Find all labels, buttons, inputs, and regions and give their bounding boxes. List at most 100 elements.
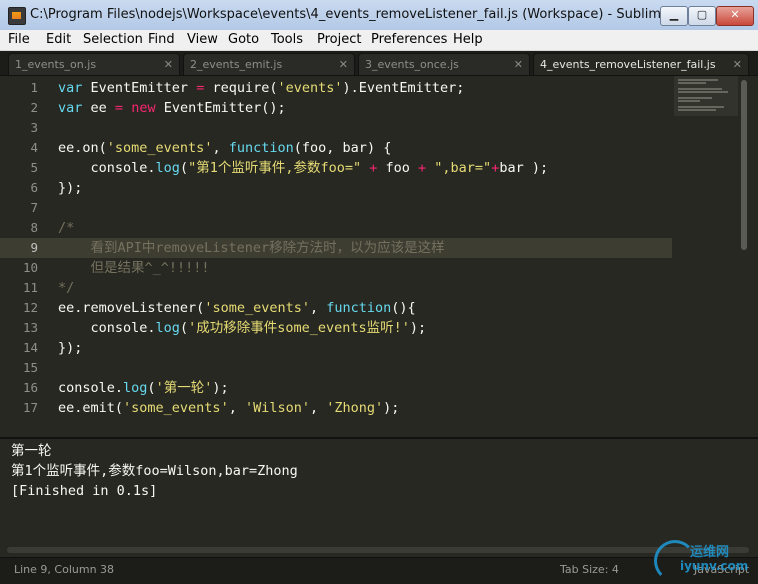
code-token: require( [204,80,278,96]
operator: + [361,160,386,176]
title-bar: C:\Program Files\nodejs\Workspace\events… [0,0,758,31]
code-token: ( [293,140,302,156]
tab-3-events-once[interactable]: 3_events_once.js ✕ [358,53,530,75]
code-line-9-comment: 看到API中removeListener移除方法时，以为应该是这样 [58,240,445,256]
param: bar [342,140,367,156]
code-line-13: console.log('成功移除事件some_events监听!'); [58,318,427,338]
operator: = [114,100,124,116]
line-number: 16 [22,380,38,395]
minimap[interactable] [674,76,738,116]
menu-edit[interactable]: Edit [46,32,71,47]
code-token: ); [409,320,427,336]
code-token: console. [58,320,156,336]
keyword-function: function [228,140,294,156]
minimap-line [678,97,712,99]
tab-close-icon[interactable]: ✕ [339,54,348,75]
code-token: ( [147,380,156,396]
line-number: 6 [30,180,38,195]
menu-goto[interactable]: Goto [228,32,259,47]
window-title: C:\Program Files\nodejs\Workspace\events… [30,7,725,22]
minimap-line [678,88,722,90]
menu-file[interactable]: File [8,32,30,47]
code-token: ( [179,320,189,336]
code-token: ee [82,100,115,116]
code-token: , [309,300,327,316]
line-number: 14 [22,340,38,355]
line-number: 12 [22,300,38,315]
method: log [155,320,180,336]
code-token: ).EventEmitter; [342,80,465,96]
close-button[interactable]: ✕ [716,6,754,26]
tab-1-events-on[interactable]: 1_events_on.js ✕ [8,53,180,75]
cursor-position: Line 9, Column 38 [14,563,115,576]
sublime-app-icon [8,7,26,25]
line-number-gutter: 1 2 3 4 5 6 7 8 9 10 11 12 13 14 15 16 1… [0,76,46,437]
line-number: 13 [22,320,38,335]
tab-size[interactable]: Tab Size: 4 [560,563,619,576]
code-token: EventEmitter(); [155,100,286,116]
code-token: ); [383,400,400,416]
method: log [123,380,148,396]
tab-close-icon[interactable]: ✕ [514,54,523,75]
tab-4-events-removelistener-fail[interactable]: 4_events_removeListener_fail.js ✕ [533,53,749,75]
line-number: 2 [30,100,38,115]
string: 'events' [277,80,343,96]
keyword: var [58,100,83,116]
code-line-2: var ee = new EventEmitter(); [58,98,286,118]
tab-label: 1_events_on.js [15,58,97,71]
line-number: 11 [22,280,38,295]
minimap-line [678,100,700,102]
minimap-line [678,106,724,108]
output-line: 第1个监听事件,参数foo=Wilson,bar=Zhong [11,463,298,479]
vertical-scrollbar[interactable] [741,80,747,250]
minimize-button[interactable]: ▁ [660,6,688,26]
code-token: bar ); [499,160,549,176]
menu-project[interactable]: Project [317,32,361,47]
menu-bar: File Edit Selection Find View Goto Tools… [0,30,758,51]
output-line: 第一轮 [11,443,52,459]
keyword-new: new [131,100,156,116]
tab-label: 4_events_removeListener_fail.js [540,58,716,71]
line-number: 4 [30,140,38,155]
code-token: foo [385,160,410,176]
keyword-function: function [326,300,392,316]
line-number: 10 [22,260,38,275]
horizontal-scrollbar[interactable] [7,547,749,553]
build-output-panel: 第一轮 第1个监听事件,参数foo=Wilson,bar=Zhong [Fini… [0,439,758,557]
watermark-text: 运维网 [690,545,730,560]
minimap-line [678,79,718,81]
tab-label: 3_events_once.js [365,58,459,71]
code-token: (){ [391,300,416,316]
minimap-line [678,82,706,84]
tab-close-icon[interactable]: ✕ [733,54,742,75]
code-line-11-comment: */ [58,280,75,296]
code-line-1: var EventEmitter = require('events').Eve… [58,78,464,98]
code-line-6: }); [58,180,83,196]
line-number: 3 [30,120,38,135]
code-token: , [212,140,229,156]
line-number: 7 [30,200,38,215]
menu-help[interactable]: Help [453,32,483,47]
code-token: ) { [366,140,392,156]
menu-tools[interactable]: Tools [271,32,303,47]
code-editor[interactable]: 1 2 3 4 5 6 7 8 9 10 11 12 13 14 15 16 1… [0,76,758,437]
menu-find[interactable]: Find [148,32,175,47]
tab-2-events-emit[interactable]: 2_events_emit.js ✕ [183,53,355,75]
menu-selection[interactable]: Selection [83,32,143,47]
menu-view[interactable]: View [187,32,218,47]
keyword: var [58,80,83,96]
menu-preferences[interactable]: Preferences [371,32,447,47]
line-number: 1 [30,80,38,95]
line-number: 8 [30,220,38,235]
tab-close-icon[interactable]: ✕ [164,54,173,75]
code-line-14: }); [58,340,83,356]
code-token: ); [212,380,229,396]
code-line-5: console.log("第1个监听事件,参数foo=" + foo + ",b… [58,158,549,178]
maximize-button[interactable]: ▢ [688,6,716,26]
operator: + [409,160,435,176]
code-line-10-comment: 但是结果^_^!!!!! [58,260,210,276]
code-line-4: ee.on('some_events', function(foo, bar) … [58,138,391,158]
code-token: , [228,400,245,416]
code-token: ee.removeListener( [58,300,205,316]
